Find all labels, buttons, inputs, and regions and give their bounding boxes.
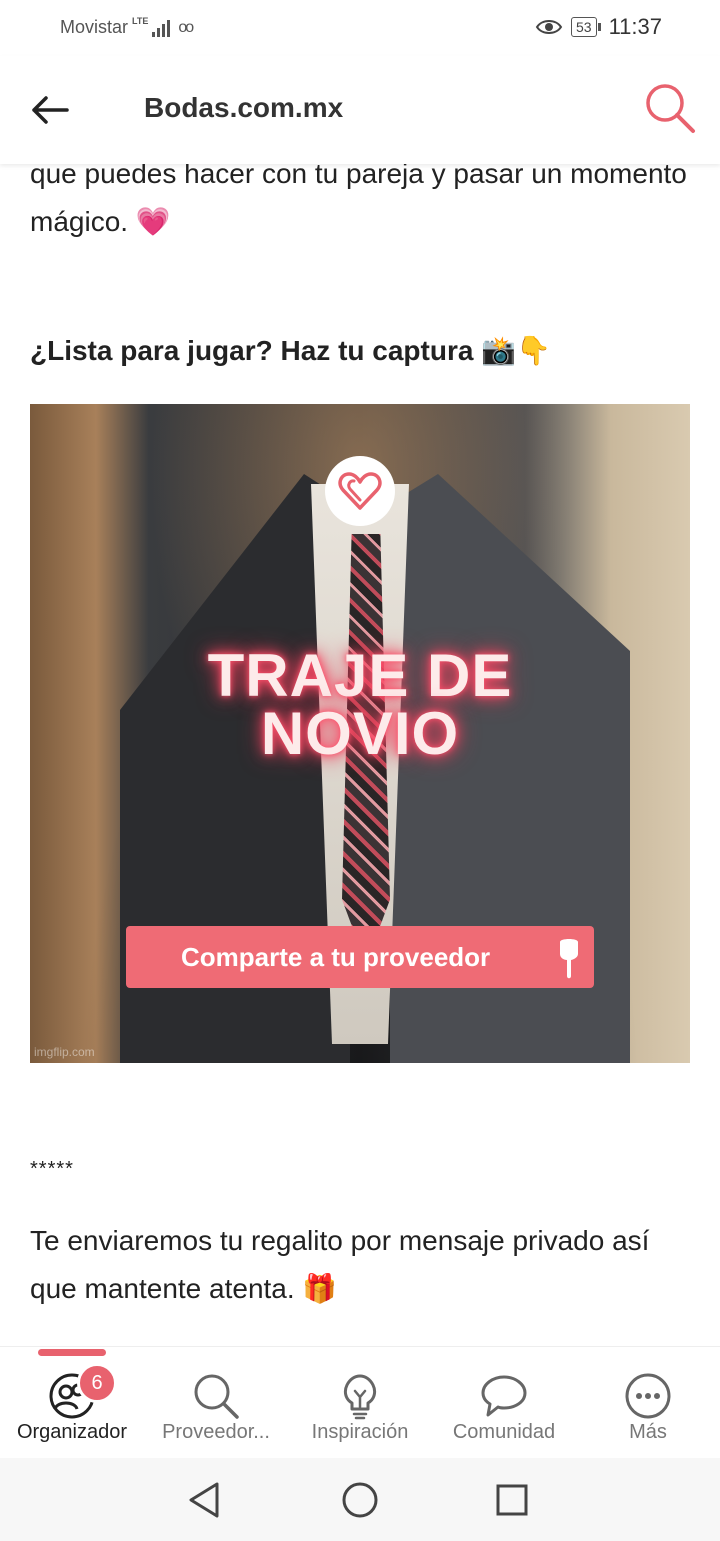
image-title-line2: NOVIO	[260, 700, 460, 767]
nav-item-proveedores[interactable]: Proveedor...	[144, 1347, 288, 1459]
network-type: LTE	[132, 16, 149, 26]
article-paragraph-bottom: Te enviaremos tu regalito por mensaje pr…	[30, 1225, 650, 1304]
notification-badge: 6	[77, 1363, 117, 1403]
eye-icon	[535, 20, 563, 34]
image-cta-banner: Comparte a tu proveedor	[126, 926, 594, 988]
nav-item-inspiracion[interactable]: Inspiración	[288, 1347, 432, 1459]
article-paragraph: que puedes hacer con tu pareja y pasar u…	[30, 164, 687, 237]
home-circle-icon[interactable]	[338, 1478, 382, 1522]
search-button[interactable]	[642, 80, 698, 136]
battery-icon: 53	[571, 17, 601, 37]
status-right: 53 11:37	[535, 14, 662, 40]
back-triangle-icon[interactable]	[183, 1478, 227, 1522]
chat-bubble-icon	[481, 1375, 527, 1417]
more-icon	[625, 1373, 671, 1419]
image-title: TRAJE DE NOVIO	[30, 642, 690, 767]
image-title-line1: TRAJE DE	[207, 642, 513, 709]
signal-icon	[152, 19, 171, 37]
article-content: que puedes hacer con tu pareja y pasar u…	[0, 164, 720, 1346]
nav-item-mas[interactable]: Más	[576, 1347, 720, 1459]
status-left: Movistar LTE oo	[60, 16, 194, 38]
nav-label: Inspiración	[311, 1421, 409, 1443]
pointing-hand-icon	[560, 939, 578, 979]
nav-label: Más	[629, 1421, 667, 1443]
app-bar: Bodas.com.mx	[0, 56, 720, 164]
search-icon	[194, 1374, 239, 1419]
nav-item-comunidad[interactable]: Comunidad	[432, 1347, 576, 1459]
voicemail-icon: oo	[178, 18, 194, 36]
nav-label: Organizador	[16, 1421, 128, 1443]
recents-square-icon[interactable]	[490, 1478, 534, 1522]
battery-level: 53	[571, 17, 597, 37]
clock: 11:37	[608, 14, 662, 39]
back-button[interactable]	[26, 86, 74, 134]
nav-label: Comunidad	[452, 1421, 556, 1443]
article-image[interactable]: TRAJE DE NOVIO Comparte a tu proveedor i…	[30, 404, 690, 1063]
search-icon	[646, 84, 695, 133]
status-bar: Movistar LTE oo 53 11:37	[0, 0, 720, 56]
nav-label: Proveedor...	[162, 1421, 270, 1443]
carrier-name: Movistar	[60, 17, 129, 37]
article-heading: ¿Lista para jugar? Haz tu captura 📸👇	[30, 335, 551, 366]
system-navigation-bar	[0, 1458, 720, 1541]
nav-item-organizador[interactable]: 6 Organizador	[0, 1347, 144, 1459]
lightbulb-icon	[343, 1374, 377, 1420]
separator: *****	[30, 1158, 74, 1180]
page-title: Bodas.com.mx	[144, 92, 344, 123]
bottom-navigation: 6 Organizador Proveedor... Inspiración C…	[0, 1346, 720, 1458]
image-cta-label: Comparte a tu proveedor	[181, 941, 491, 972]
arrow-left-icon	[32, 96, 69, 124]
image-watermark: imgflip.com	[34, 1045, 95, 1059]
heart-logo-icon	[325, 456, 395, 526]
